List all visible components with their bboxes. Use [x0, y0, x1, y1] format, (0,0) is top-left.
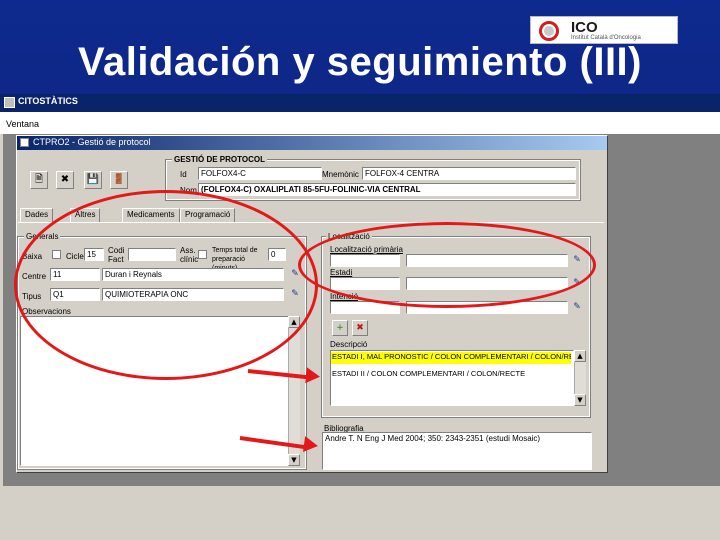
- id-label: Id: [180, 170, 187, 179]
- intencio-picker-icon[interactable]: ✎: [570, 301, 584, 313]
- slide-title: Validación y seguimiento (III): [77, 40, 642, 84]
- descripcio-item[interactable]: ESTADI I, MAL PRONOSTIC / COLON COMPLEME…: [331, 352, 571, 364]
- scroll-up-icon[interactable]: ▲: [574, 350, 586, 362]
- delete-document-icon[interactable]: ✖: [56, 171, 74, 189]
- window-icon: [20, 138, 29, 147]
- id-field[interactable]: FOLFOX4-C: [198, 167, 322, 180]
- application-titlebar: CITOSTÀTICS: [0, 94, 720, 112]
- menu-bar: Ventana: [0, 112, 720, 134]
- new-document-icon[interactable]: 🗎: [30, 171, 48, 189]
- logo-inner-circle-icon: [544, 26, 554, 36]
- descripcio-item[interactable]: ESTADI II / COLON COMPLEMENTARI / COLON/…: [331, 369, 571, 381]
- annotation-arrow-head-icon: [302, 436, 320, 454]
- mnemonic-field[interactable]: FOLFOX-4 CENTRA: [362, 167, 576, 180]
- mnemonic-label: Mnemònic: [322, 170, 359, 179]
- annotation-oval-left: [14, 190, 318, 380]
- scroll-down-icon[interactable]: ▼: [288, 454, 300, 466]
- protocol-window-titlebar[interactable]: CTPRO2 - Gestió de protocol: [17, 136, 607, 150]
- bibliografia-field[interactable]: Andre T. N Eng J Med 2004; 350: 2343-235…: [322, 432, 592, 470]
- save-icon[interactable]: 💾: [84, 171, 102, 189]
- application-title: CITOSTÀTICS: [18, 96, 78, 106]
- application-icon: [4, 97, 15, 108]
- annotation-arrow-head-icon: [305, 367, 321, 385]
- tab-dades[interactable]: Dades: [20, 208, 54, 222]
- protocol-group-label: GESTIÓ DE PROTOCOL: [172, 155, 267, 164]
- protocol-window-title: CTPRO2 - Gestió de protocol: [33, 137, 151, 147]
- logo-text: ICO: [571, 19, 598, 36]
- name-field[interactable]: (FOLFOX4-C) OXALIPLATI 85-5FU-FOLINIC-VI…: [198, 183, 576, 196]
- scroll-down-icon[interactable]: ▼: [574, 394, 586, 406]
- annotation-oval-right: [298, 222, 596, 308]
- descripcio-label: Descripció: [330, 340, 368, 349]
- remove-descripcio-icon[interactable]: ✖: [352, 320, 368, 336]
- exit-icon[interactable]: 🚪: [110, 171, 128, 189]
- menu-item-ventana[interactable]: Ventana: [6, 119, 39, 129]
- add-descripcio-icon[interactable]: +: [332, 320, 348, 336]
